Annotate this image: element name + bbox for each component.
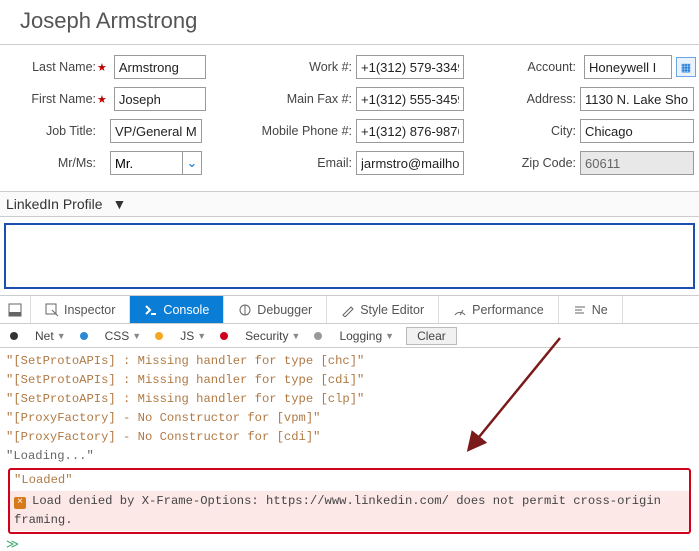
- tab-console[interactable]: Console: [130, 296, 224, 323]
- console-line: "[ProxyFactory] - No Constructor for [vp…: [6, 409, 693, 428]
- filter-logging[interactable]: Logging▼: [333, 329, 400, 343]
- console-line: "Loading...": [6, 447, 693, 466]
- mainfax-label: Main Fax #:: [244, 92, 352, 106]
- address-input[interactable]: [580, 87, 694, 111]
- tab-network[interactable]: Ne: [559, 296, 623, 323]
- tab-debugger[interactable]: Debugger: [224, 296, 327, 323]
- last-name-input[interactable]: [114, 55, 206, 79]
- filter-net[interactable]: Net▼: [29, 329, 72, 343]
- console-line: "Loaded": [10, 470, 689, 491]
- email-label: Email:: [244, 156, 352, 170]
- first-name-input[interactable]: [114, 87, 206, 111]
- mrms-dropdown-button[interactable]: ⌄: [182, 151, 202, 175]
- tab-styleeditor[interactable]: Style Editor: [327, 296, 439, 323]
- mainfax-input[interactable]: [356, 87, 464, 111]
- filter-all[interactable]: [4, 332, 27, 340]
- work-label: Work #:: [244, 60, 352, 74]
- inspector-icon: [45, 303, 59, 317]
- filter-log-dot[interactable]: [308, 332, 331, 340]
- work-input[interactable]: [356, 55, 464, 79]
- page-title: Joseph Armstrong: [0, 0, 699, 44]
- mrms-input[interactable]: [110, 151, 182, 175]
- mrms-label: Mr/Ms:: [0, 156, 96, 170]
- console-prompt[interactable]: ≫: [0, 536, 699, 551]
- console-line: "[SetProtoAPIs] : Missing handler for ty…: [6, 371, 693, 390]
- performance-icon: [453, 303, 467, 317]
- jobtitle-input[interactable]: [110, 119, 202, 143]
- debugger-icon: [238, 303, 252, 317]
- zip-label: Zip Code:: [480, 156, 576, 170]
- filter-css-dot[interactable]: [74, 332, 97, 340]
- highlighted-error-block: "Loaded" ×Load denied by X-Frame-Options…: [8, 468, 691, 534]
- account-lookup-icon[interactable]: ▦: [676, 57, 696, 77]
- console-icon: [144, 303, 158, 317]
- chevron-down-icon: ⌄: [187, 155, 198, 171]
- console-output: "[SetProtoAPIs] : Missing handler for ty…: [0, 348, 699, 536]
- console-error-line: ×Load denied by X-Frame-Options: https:/…: [10, 491, 689, 531]
- console-line: "[ProxyFactory] - No Constructor for [cd…: [6, 428, 693, 447]
- network-icon: [573, 303, 587, 317]
- console-line: "[SetProtoAPIs] : Missing handler for ty…: [6, 352, 693, 371]
- dock-icon: [8, 303, 22, 317]
- console-line: "[SetProtoAPIs] : Missing handler for ty…: [6, 390, 693, 409]
- account-label: Account:: [480, 60, 576, 74]
- filter-sec-dot[interactable]: [214, 332, 237, 340]
- tab-performance[interactable]: Performance: [439, 296, 559, 323]
- required-icon: ★: [97, 93, 107, 106]
- city-input[interactable]: [580, 119, 694, 143]
- city-label: City:: [480, 124, 576, 138]
- first-name-label: First Name:: [0, 92, 96, 106]
- mobile-label: Mobile Phone #:: [244, 124, 352, 138]
- tab-inspector[interactable]: Inspector: [31, 296, 130, 323]
- console-filter-bar: Net▼ CSS▼ JS▼ Security▼ Logging▼ Clear: [0, 324, 699, 348]
- last-name-label: Last Name:: [0, 60, 96, 74]
- filter-css[interactable]: CSS▼: [99, 329, 148, 343]
- styleeditor-icon: [341, 303, 355, 317]
- devtools-dock-button[interactable]: [0, 296, 31, 323]
- filter-security[interactable]: Security▼: [239, 329, 306, 343]
- filter-js-dot[interactable]: [149, 332, 172, 340]
- filter-js[interactable]: JS▼: [174, 329, 212, 343]
- devtools-panel: Inspector Console Debugger Style Editor …: [0, 295, 699, 551]
- account-input[interactable]: [584, 55, 672, 79]
- mobile-input[interactable]: [356, 119, 464, 143]
- error-icon: ×: [14, 497, 26, 509]
- required-icon: ★: [97, 61, 107, 74]
- contact-form: Last Name:★ Work #: Account: ▦ First Nam…: [0, 44, 699, 191]
- clear-button[interactable]: Clear: [406, 327, 457, 345]
- caret-down-icon: ▼: [113, 196, 127, 212]
- linkedin-section-header[interactable]: LinkedIn Profile ▼: [0, 191, 699, 217]
- zip-input[interactable]: [580, 151, 694, 175]
- address-label: Address:: [480, 92, 576, 106]
- email-input[interactable]: [356, 151, 464, 175]
- devtools-tabs: Inspector Console Debugger Style Editor …: [0, 296, 699, 324]
- linkedin-embed-frame: [4, 223, 695, 289]
- section-title: LinkedIn Profile: [6, 196, 103, 212]
- jobtitle-label: Job Title:: [0, 124, 96, 138]
